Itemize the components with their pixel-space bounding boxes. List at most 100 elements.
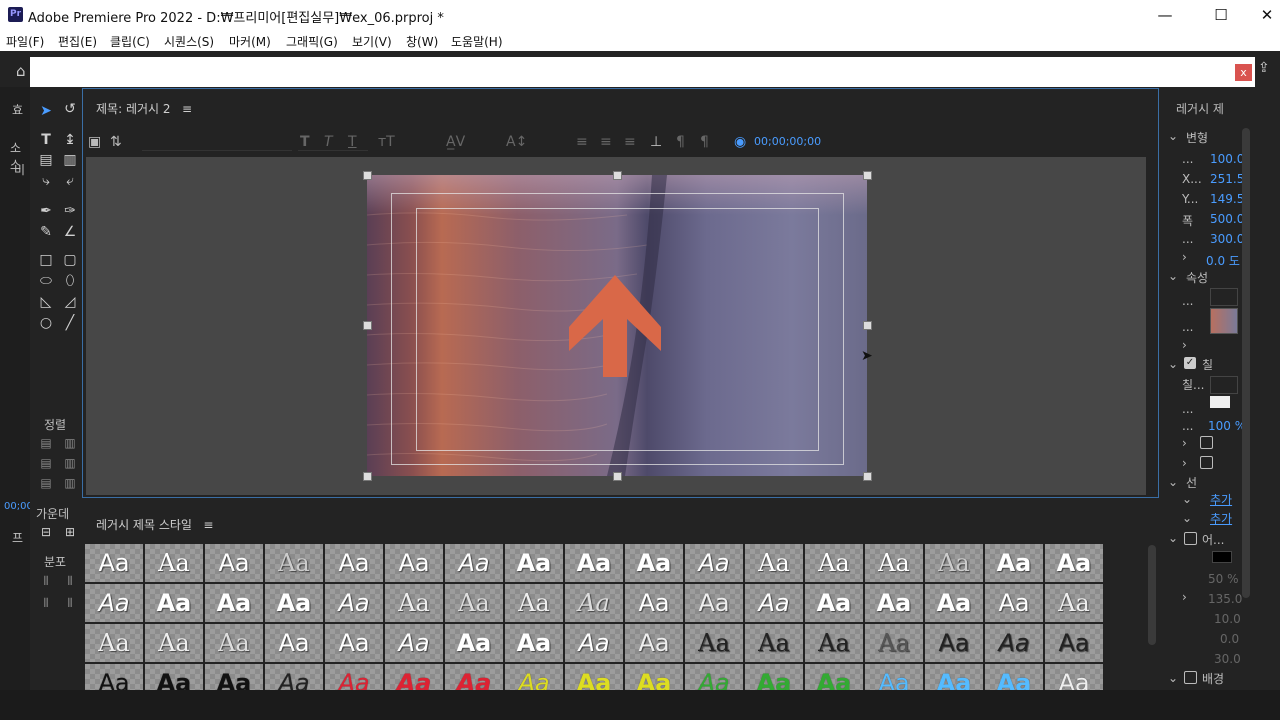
style-swatch[interactable]: Aa (205, 664, 263, 690)
align-text-right-icon[interactable]: ≡ (624, 134, 636, 150)
texture-checkbox[interactable] (1200, 456, 1213, 469)
resize-handle-bottom-right[interactable] (863, 472, 872, 481)
properties-scrollbar[interactable] (1242, 128, 1250, 598)
project-tab[interactable]: 프 (12, 529, 23, 546)
type-tool-icon[interactable]: T (36, 130, 56, 150)
style-swatch[interactable]: Aa (445, 664, 503, 690)
style-swatch[interactable]: Aa (805, 624, 863, 662)
height-value[interactable]: 300.0 (1210, 232, 1244, 246)
style-swatch[interactable]: Aa (265, 584, 323, 622)
style-swatch[interactable]: Aa (265, 544, 323, 582)
styles-scrollbar[interactable] (1148, 545, 1156, 645)
transform-toggle-icon[interactable]: ⌄ (1168, 129, 1178, 143)
style-swatch[interactable]: Aa (805, 544, 863, 582)
outer-stroke-toggle-icon[interactable]: ⌄ (1182, 511, 1192, 525)
convert-anchor-tool-icon[interactable]: ∠ (60, 222, 80, 242)
distribute-left-icon[interactable]: ⫴ (36, 571, 56, 591)
style-swatch[interactable]: Aa (625, 624, 683, 662)
attributes-section[interactable]: 속성 (1186, 269, 1208, 286)
style-swatch[interactable]: Aa (505, 584, 563, 622)
resize-handle-top-right[interactable] (863, 171, 872, 180)
style-swatch[interactable]: Aa (265, 664, 323, 690)
menu-marker[interactable]: 마커(M) (229, 33, 271, 50)
shadow-toggle-icon[interactable]: ⌄ (1168, 531, 1178, 545)
kerning-icon[interactable]: A̲V (446, 134, 465, 150)
style-swatch[interactable]: Aa (445, 624, 503, 662)
align-right-icon[interactable]: ▤ (36, 473, 56, 493)
shadow-angle-expand-icon[interactable]: › (1182, 590, 1187, 604)
style-swatch[interactable]: Aa (685, 584, 743, 622)
inner-stroke-add-link[interactable]: 추가 (1210, 491, 1232, 508)
style-swatch[interactable]: Aa (445, 544, 503, 582)
rotation-tool-icon[interactable]: ↺ (60, 99, 80, 119)
distribute-center-icon[interactable]: ⫴ (36, 593, 56, 613)
bold-icon[interactable]: T (300, 134, 310, 150)
style-swatch[interactable]: Aa (1045, 664, 1103, 690)
minimize-button[interactable]: — (1142, 0, 1188, 30)
style-swatch[interactable]: Aa (85, 624, 143, 662)
fill-checkbox[interactable]: ✓ (1184, 357, 1196, 369)
background-section[interactable]: 배경 (1202, 670, 1224, 687)
style-swatch[interactable]: Aa (385, 584, 443, 622)
area-type-tool-icon[interactable]: ▤ (36, 150, 56, 170)
selection-tool-icon[interactable]: ➤ (36, 101, 56, 121)
shadow-color-swatch[interactable] (1212, 551, 1232, 563)
style-swatch[interactable]: Aa (445, 584, 503, 622)
align-text-left-icon[interactable]: ≡ (576, 134, 588, 150)
vertical-type-tool-icon[interactable]: ↨ (60, 130, 80, 150)
distribute-top-icon[interactable]: ⫴ (60, 571, 80, 591)
style-swatch[interactable]: Aa (385, 664, 443, 690)
style-swatch[interactable]: Aa (325, 584, 383, 622)
style-swatch[interactable]: Aa (145, 664, 203, 690)
align-middle-icon[interactable]: ▥ (60, 453, 80, 473)
style-swatch[interactable]: Aa (385, 624, 443, 662)
attributes-expand-icon[interactable]: › (1182, 338, 1187, 352)
distribute-middle-icon[interactable]: ⫴ (60, 593, 80, 613)
resize-handle-top-left[interactable] (363, 171, 372, 180)
pen-tool-icon[interactable]: ✒ (36, 201, 56, 221)
style-swatch[interactable]: Aa (505, 544, 563, 582)
italic-icon[interactable]: T (324, 134, 333, 150)
resize-handle-right[interactable] (863, 321, 872, 330)
style-swatch[interactable]: Aa (85, 544, 143, 582)
align-left-icon[interactable]: ▤ (36, 433, 56, 453)
fill-color-swatch[interactable] (1210, 396, 1230, 408)
texture-thumbnail[interactable] (1210, 308, 1238, 334)
vertical-area-type-tool-icon[interactable]: ▥ (60, 150, 80, 170)
y-position-value[interactable]: 149.5 (1210, 192, 1244, 206)
panel-menu-icon[interactable]: ≡ (182, 102, 192, 116)
style-swatch[interactable]: Aa (565, 664, 623, 690)
align-text-center-icon[interactable]: ≡ (600, 134, 612, 150)
style-swatch[interactable]: Aa (145, 544, 203, 582)
width-value[interactable]: 500.0 (1210, 212, 1244, 226)
style-swatch[interactable]: Aa (205, 584, 263, 622)
style-swatch[interactable]: Aa (925, 664, 983, 690)
vertical-path-type-tool-icon[interactable]: ⤶ (60, 171, 80, 191)
center-vertical-icon[interactable]: ⊞ (60, 522, 80, 542)
style-swatch[interactable]: Aa (865, 584, 923, 622)
style-swatch[interactable]: Aa (985, 584, 1043, 622)
sync-icon[interactable]: ◉ (734, 134, 746, 150)
align-top-icon[interactable]: ▥ (60, 433, 80, 453)
rectangle-tool-icon[interactable]: □ (36, 250, 56, 270)
outer-stroke-add-link[interactable]: 추가 (1210, 510, 1232, 527)
menu-sequence[interactable]: 시퀀스(S) (164, 33, 214, 50)
inner-stroke-toggle-icon[interactable]: ⌄ (1182, 492, 1192, 506)
wedge-tool-icon[interactable]: ◺ (36, 292, 56, 312)
line-tool-icon[interactable]: ╱ (60, 313, 80, 333)
rotation-expand-icon[interactable]: › (1182, 250, 1187, 264)
show-background-video-icon[interactable]: ¶ (676, 134, 685, 150)
effects-tab[interactable]: 효 (12, 101, 23, 118)
style-swatch[interactable]: Aa (85, 664, 143, 690)
style-swatch[interactable]: Aa (925, 624, 983, 662)
style-swatch[interactable]: Aa (565, 584, 623, 622)
rounded-corner-tool-icon[interactable]: ⬯ (60, 271, 80, 291)
resize-handle-top[interactable] (613, 171, 622, 180)
style-swatch[interactable]: Aa (805, 584, 863, 622)
align-center-icon[interactable]: ▤ (36, 453, 56, 473)
transform-section[interactable]: 변형 (1186, 129, 1208, 146)
menu-view[interactable]: 보기(V) (352, 33, 392, 50)
style-swatch[interactable]: Aa (145, 584, 203, 622)
style-swatch[interactable]: Aa (505, 624, 563, 662)
style-swatch[interactable]: Aa (985, 544, 1043, 582)
